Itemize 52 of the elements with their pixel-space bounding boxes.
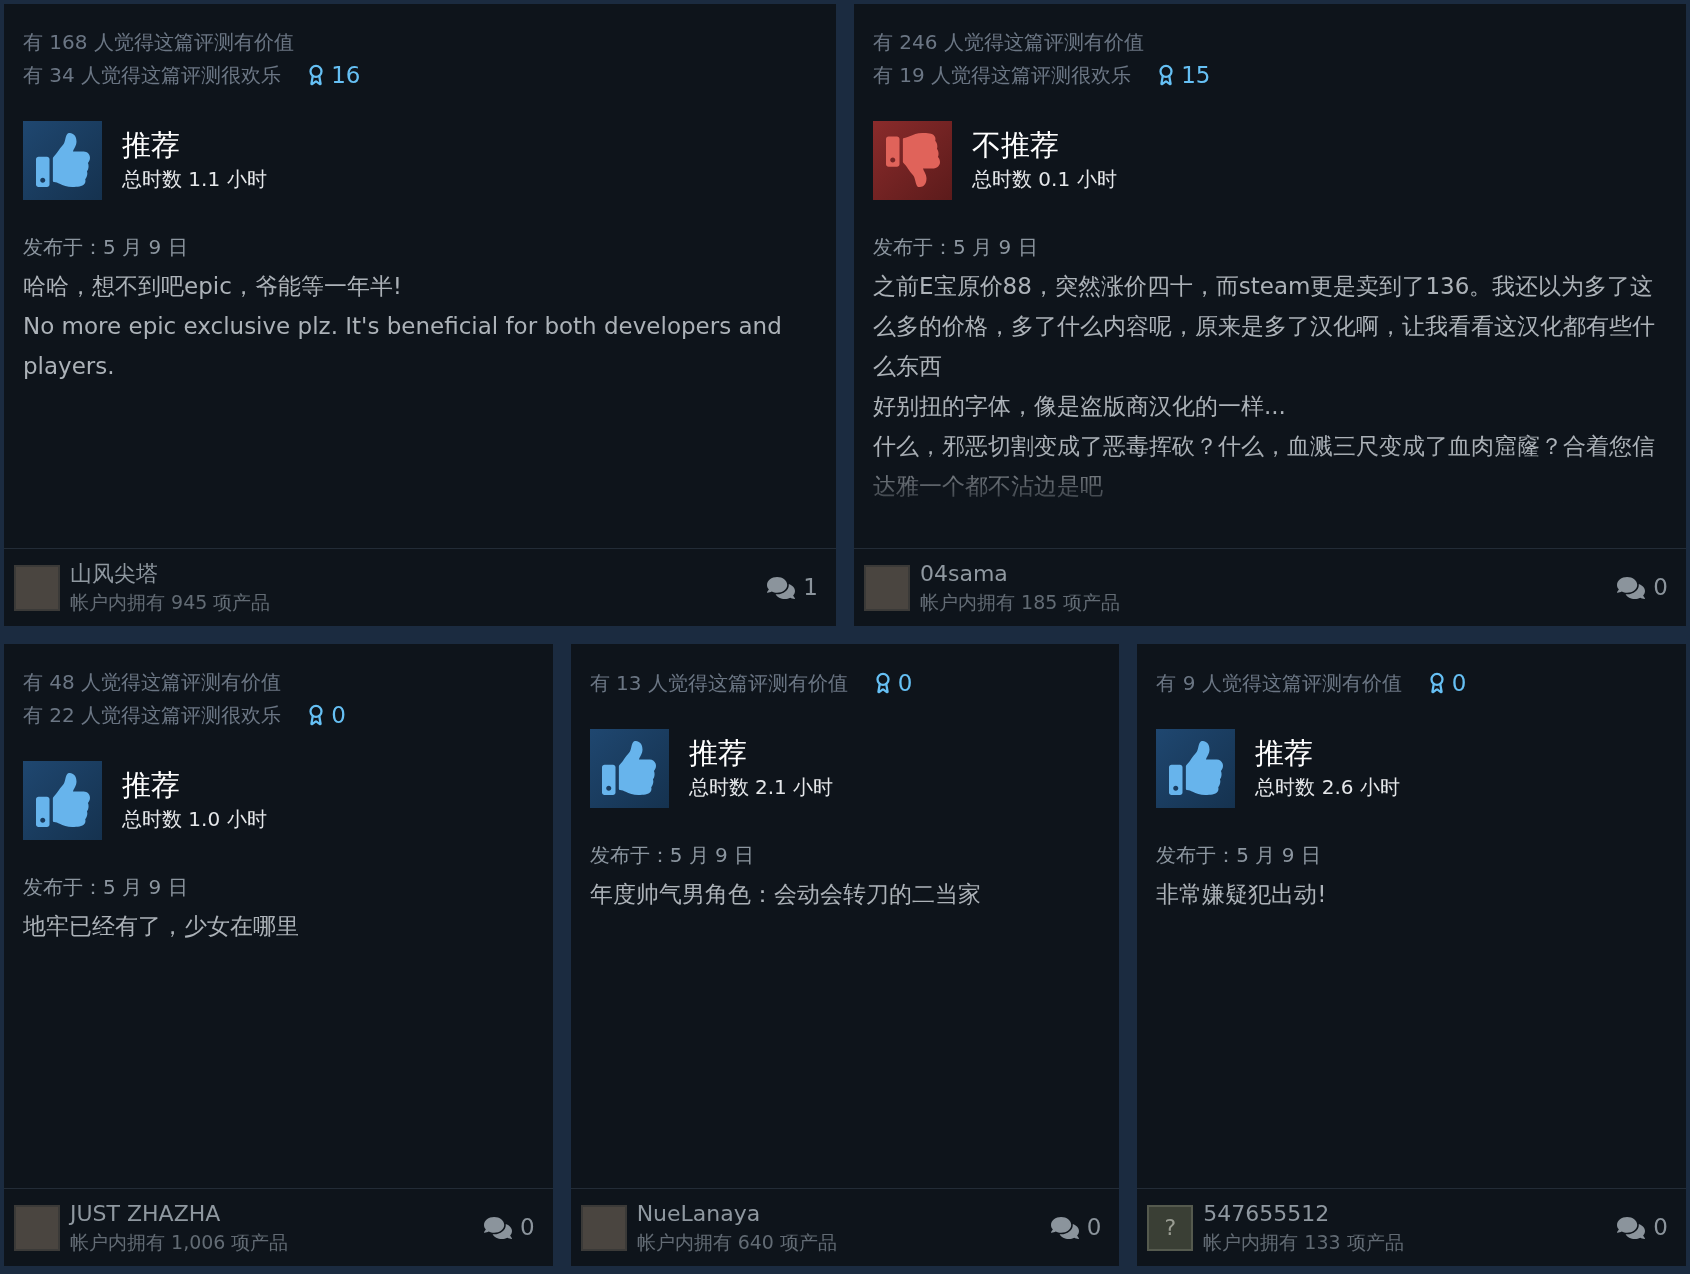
funny-count: 有 22 人觉得这篇评测很欢乐: [23, 702, 282, 730]
helpful-count: 有 168 人觉得这篇评测有价值: [23, 29, 294, 56]
comment-count: 0: [1086, 1213, 1102, 1243]
review-text: 什么，邪恶切割变成了恶毒挥砍？什么，血溅三尺变成了血肉窟窿？合着您信达雅一个都不沾边是吧: [873, 431, 1656, 501]
product-count: 帐户内拥有 945 项产品: [70, 589, 271, 615]
verdict-title: 推荐: [122, 127, 181, 164]
avatar-placeholder[interactable]: ?: [1147, 1204, 1194, 1251]
helpful-count: 有 48 人觉得这篇评测有价值: [23, 669, 282, 696]
helpful-count: 有 9 人觉得这篇评测有价值: [1156, 670, 1402, 698]
review-text: 之前E宝原价88，突然涨价四十，而steam更是卖到了136。我还以为多了这么多的价格，多了什么内容呢，原来是多了汉化啊，让我看看这汉化都有些什么东西: [873, 271, 1656, 381]
comment-count: 0: [520, 1213, 535, 1243]
author-name[interactable]: 04sama: [920, 559, 1121, 588]
helpful-count: 有 13 人觉得这篇评测有价值: [589, 670, 848, 698]
posted-date: 发布于：5 月 9 日: [1156, 841, 1322, 869]
playtime: 总时数 1.0 小时: [122, 806, 267, 833]
verdict-title: 推荐: [688, 735, 748, 772]
award-count: 0: [331, 701, 346, 730]
posted-date: 发布于：5 月 9 日: [873, 233, 1039, 261]
award-count: 0: [897, 669, 913, 698]
comment-count: 0: [1653, 1213, 1668, 1243]
product-count: 帐户内拥有 1,006 项产品: [70, 1229, 289, 1255]
playtime: 总时数 2.1 小时: [688, 774, 834, 801]
author-name[interactable]: NueLanaya: [636, 1199, 837, 1228]
comment-count: 1: [803, 573, 818, 603]
award-count: 16: [331, 61, 361, 90]
posted-date: 发布于：5 月 9 日: [589, 841, 756, 869]
review-text: No more epic exclusive plz. It's beneficial for both developers and players.: [23, 311, 783, 381]
playtime: 总时数 0.1 小时: [972, 166, 1117, 193]
product-count: 帐户内拥有 640 项产品: [636, 1229, 837, 1255]
comment-count: 0: [1653, 573, 1668, 603]
product-count: 帐户内拥有 185 项产品: [920, 589, 1121, 615]
funny-count: 有 19 人觉得这篇评测很欢乐: [873, 62, 1132, 90]
posted-date: 发布于：5 月 9 日: [23, 233, 189, 261]
posted-date: 发布于：5 月 9 日: [23, 873, 189, 901]
product-count: 帐户内拥有 133 项产品: [1203, 1229, 1404, 1255]
review-text: 地牢已经有了，少女在哪里: [23, 911, 300, 941]
review-text: 年度帅气男角色：会动会转刀的二当家: [589, 879, 982, 909]
review-text: 好别扭的字体，像是盗版商汉化的一样...: [873, 391, 1287, 421]
author-name[interactable]: 547655512: [1203, 1199, 1404, 1228]
review-text: 非常嫌疑犯出动!: [1156, 879, 1328, 909]
author-name[interactable]: 山风尖塔: [70, 559, 271, 588]
award-count: 15: [1181, 61, 1211, 90]
funny-count: 有 34 人觉得这篇评测很欢乐: [23, 62, 282, 90]
playtime: 总时数 2.6 小时: [1255, 774, 1400, 801]
review-text: 哈哈，想不到吧epic，爷能等一年半!: [23, 271, 403, 301]
helpful-count: 有 246 人觉得这篇评测有价值: [873, 29, 1144, 56]
verdict-title: 推荐: [1255, 735, 1315, 772]
author-name[interactable]: JUST ZHAZHA: [70, 1199, 289, 1228]
verdict-title: 推荐: [122, 767, 181, 804]
verdict-title: 不推荐: [972, 127, 1060, 164]
award-count: 0: [1451, 669, 1467, 698]
playtime: 总时数 1.1 小时: [122, 166, 267, 193]
